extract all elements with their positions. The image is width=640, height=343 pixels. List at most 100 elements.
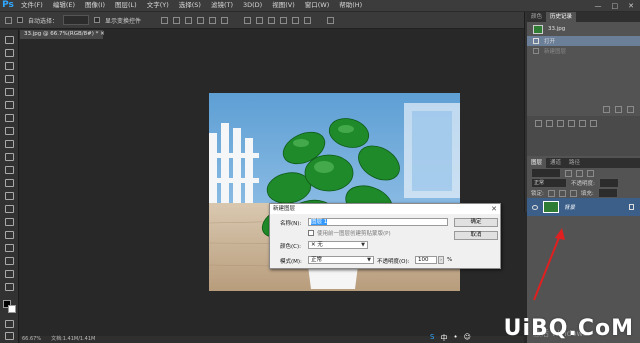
document-tab[interactable]: 33.jpg @ 66.7%(RGB/8#) * ✕ — [20, 30, 105, 39]
healing-brush-tool-icon[interactable] — [5, 114, 14, 122]
hand-tool-icon[interactable] — [5, 270, 14, 278]
menu-edit[interactable]: 编辑(E) — [48, 0, 80, 11]
layer-fill-input[interactable] — [597, 188, 618, 198]
lock-pixels-icon[interactable] — [547, 189, 555, 197]
path-select-tool-icon[interactable] — [5, 244, 14, 252]
show-transform-checkbox[interactable] — [94, 17, 101, 23]
menu-3d[interactable]: 3D(D) — [238, 0, 267, 11]
minimize-icon[interactable]: — — [595, 2, 602, 10]
layer-kind-filter[interactable] — [531, 168, 561, 178]
tab-layers[interactable]: 图层 — [527, 158, 547, 168]
lock-all-icon[interactable] — [569, 189, 577, 197]
opacity-input[interactable]: 100 — [415, 256, 437, 264]
menu-type[interactable]: 文字(Y) — [142, 0, 174, 11]
crop-tool-icon[interactable] — [5, 88, 14, 96]
camera-icon[interactable] — [615, 105, 622, 113]
brush-tool-icon[interactable] — [5, 127, 14, 135]
type-tool-icon[interactable] — [5, 231, 14, 239]
tab-paths[interactable]: 路径 — [565, 158, 584, 168]
menu-view[interactable]: 视图(V) — [267, 0, 300, 11]
menu-filter[interactable]: 滤镜(T) — [206, 0, 238, 11]
align-text-left-icon[interactable] — [546, 119, 553, 127]
menu-select[interactable]: 选择(S) — [174, 0, 206, 11]
distribute-top-icon[interactable] — [244, 16, 252, 24]
blur-tool-icon[interactable] — [5, 192, 14, 200]
screen-mode-icon[interactable] — [5, 332, 14, 340]
quick-select-tool-icon[interactable] — [5, 75, 14, 83]
mode-value: 正常 — [311, 257, 323, 263]
history-item-new-layer[interactable]: 新建图层 — [527, 46, 640, 56]
new-document-icon[interactable] — [603, 105, 610, 113]
marquee-tool-icon[interactable] — [5, 49, 14, 57]
lasso-tool-icon[interactable] — [5, 62, 14, 70]
zoom-tool-icon[interactable] — [5, 283, 14, 291]
filter-adjust-icon[interactable] — [576, 169, 583, 177]
zoom-level[interactable]: 66.67% — [22, 336, 41, 343]
history-item-open[interactable]: 打开 — [527, 36, 640, 46]
dialog-close-icon[interactable]: ✕ — [491, 204, 497, 214]
menu-window[interactable]: 窗口(W) — [300, 0, 335, 11]
menu-layer[interactable]: 图层(L) — [110, 0, 142, 11]
warp-text-icon[interactable] — [590, 119, 597, 127]
trash-icon[interactable] — [627, 105, 634, 113]
auto-select-target-dropdown[interactable] — [63, 15, 90, 25]
gradient-tool-icon[interactable] — [5, 179, 14, 187]
align-bottom-icon[interactable] — [185, 16, 193, 24]
ime-lang-icon[interactable]: 中 — [440, 333, 447, 343]
align-left-icon[interactable] — [197, 16, 205, 24]
history-brush-tool-icon[interactable] — [5, 153, 14, 161]
type-orient-icon[interactable] — [535, 119, 542, 127]
align-text-center-icon[interactable] — [557, 119, 564, 127]
distribute-hcenter-icon[interactable] — [292, 16, 300, 24]
move-tool-icon[interactable] — [5, 36, 14, 44]
filter-pixel-icon[interactable] — [565, 169, 572, 177]
tab-channels[interactable]: 通道 — [546, 158, 565, 168]
distribute-bottom-icon[interactable] — [268, 16, 276, 24]
ime-icon[interactable]: S — [430, 333, 434, 343]
auto-select-label: 自动选择： — [28, 17, 59, 25]
ime-emoji-icon[interactable]: ☺ — [464, 333, 471, 343]
blend-mode-dropdown[interactable]: 正常 — [531, 178, 567, 188]
eyedropper-tool-icon[interactable] — [5, 101, 14, 109]
layer-opacity-input[interactable] — [598, 178, 619, 188]
lock-position-icon[interactable] — [558, 189, 566, 197]
menu-image[interactable]: 图像(I) — [80, 0, 110, 11]
align-top-icon[interactable] — [161, 16, 169, 24]
pen-tool-icon[interactable] — [5, 218, 14, 226]
tab-color[interactable]: 颜色 — [527, 12, 546, 22]
layer-name-input[interactable]: 图层 1 — [308, 218, 448, 226]
align-vcenter-icon[interactable] — [173, 16, 181, 24]
color-dropdown[interactable]: ✕ 无 ▼ — [308, 241, 368, 249]
justify-icon[interactable] — [579, 119, 586, 127]
history-snapshot[interactable]: 33.jpg — [527, 22, 640, 36]
mode-dropdown[interactable]: 正常 ▼ — [308, 256, 374, 264]
align-hcenter-icon[interactable] — [209, 16, 217, 24]
layer-row-background[interactable]: 背景 — [527, 198, 640, 216]
cancel-button[interactable]: 取消 — [454, 231, 498, 240]
align-right-icon[interactable] — [221, 16, 229, 24]
align-text-right-icon[interactable] — [568, 119, 575, 127]
background-color-swatch[interactable] — [8, 305, 16, 313]
menu-file[interactable]: 文件(F) — [16, 0, 48, 11]
distribute-vcenter-icon[interactable] — [256, 16, 264, 24]
auto-align-icon[interactable] — [327, 16, 335, 24]
close-icon[interactable]: ✕ — [628, 2, 634, 10]
clone-stamp-tool-icon[interactable] — [5, 140, 14, 148]
clip-mask-checkbox[interactable] — [308, 230, 314, 236]
opacity-slider-toggle[interactable]: › — [438, 256, 444, 264]
maximize-icon[interactable]: □ — [612, 2, 619, 10]
move-tool-icon[interactable] — [5, 16, 12, 24]
ime-punct-icon[interactable]: • — [453, 333, 457, 343]
quick-mask-icon[interactable] — [5, 320, 14, 328]
menu-help[interactable]: 帮助(H) — [334, 0, 367, 11]
auto-select-checkbox[interactable] — [17, 17, 23, 23]
tab-history[interactable]: 历史记录 — [546, 12, 577, 22]
filter-type-icon[interactable] — [587, 169, 594, 177]
eye-icon[interactable] — [532, 204, 538, 210]
shape-tool-icon[interactable] — [5, 257, 14, 265]
distribute-right-icon[interactable] — [304, 16, 312, 24]
ok-button[interactable]: 确定 — [454, 218, 498, 227]
dodge-tool-icon[interactable] — [5, 205, 14, 213]
eraser-tool-icon[interactable] — [5, 166, 14, 174]
distribute-left-icon[interactable] — [280, 16, 288, 24]
